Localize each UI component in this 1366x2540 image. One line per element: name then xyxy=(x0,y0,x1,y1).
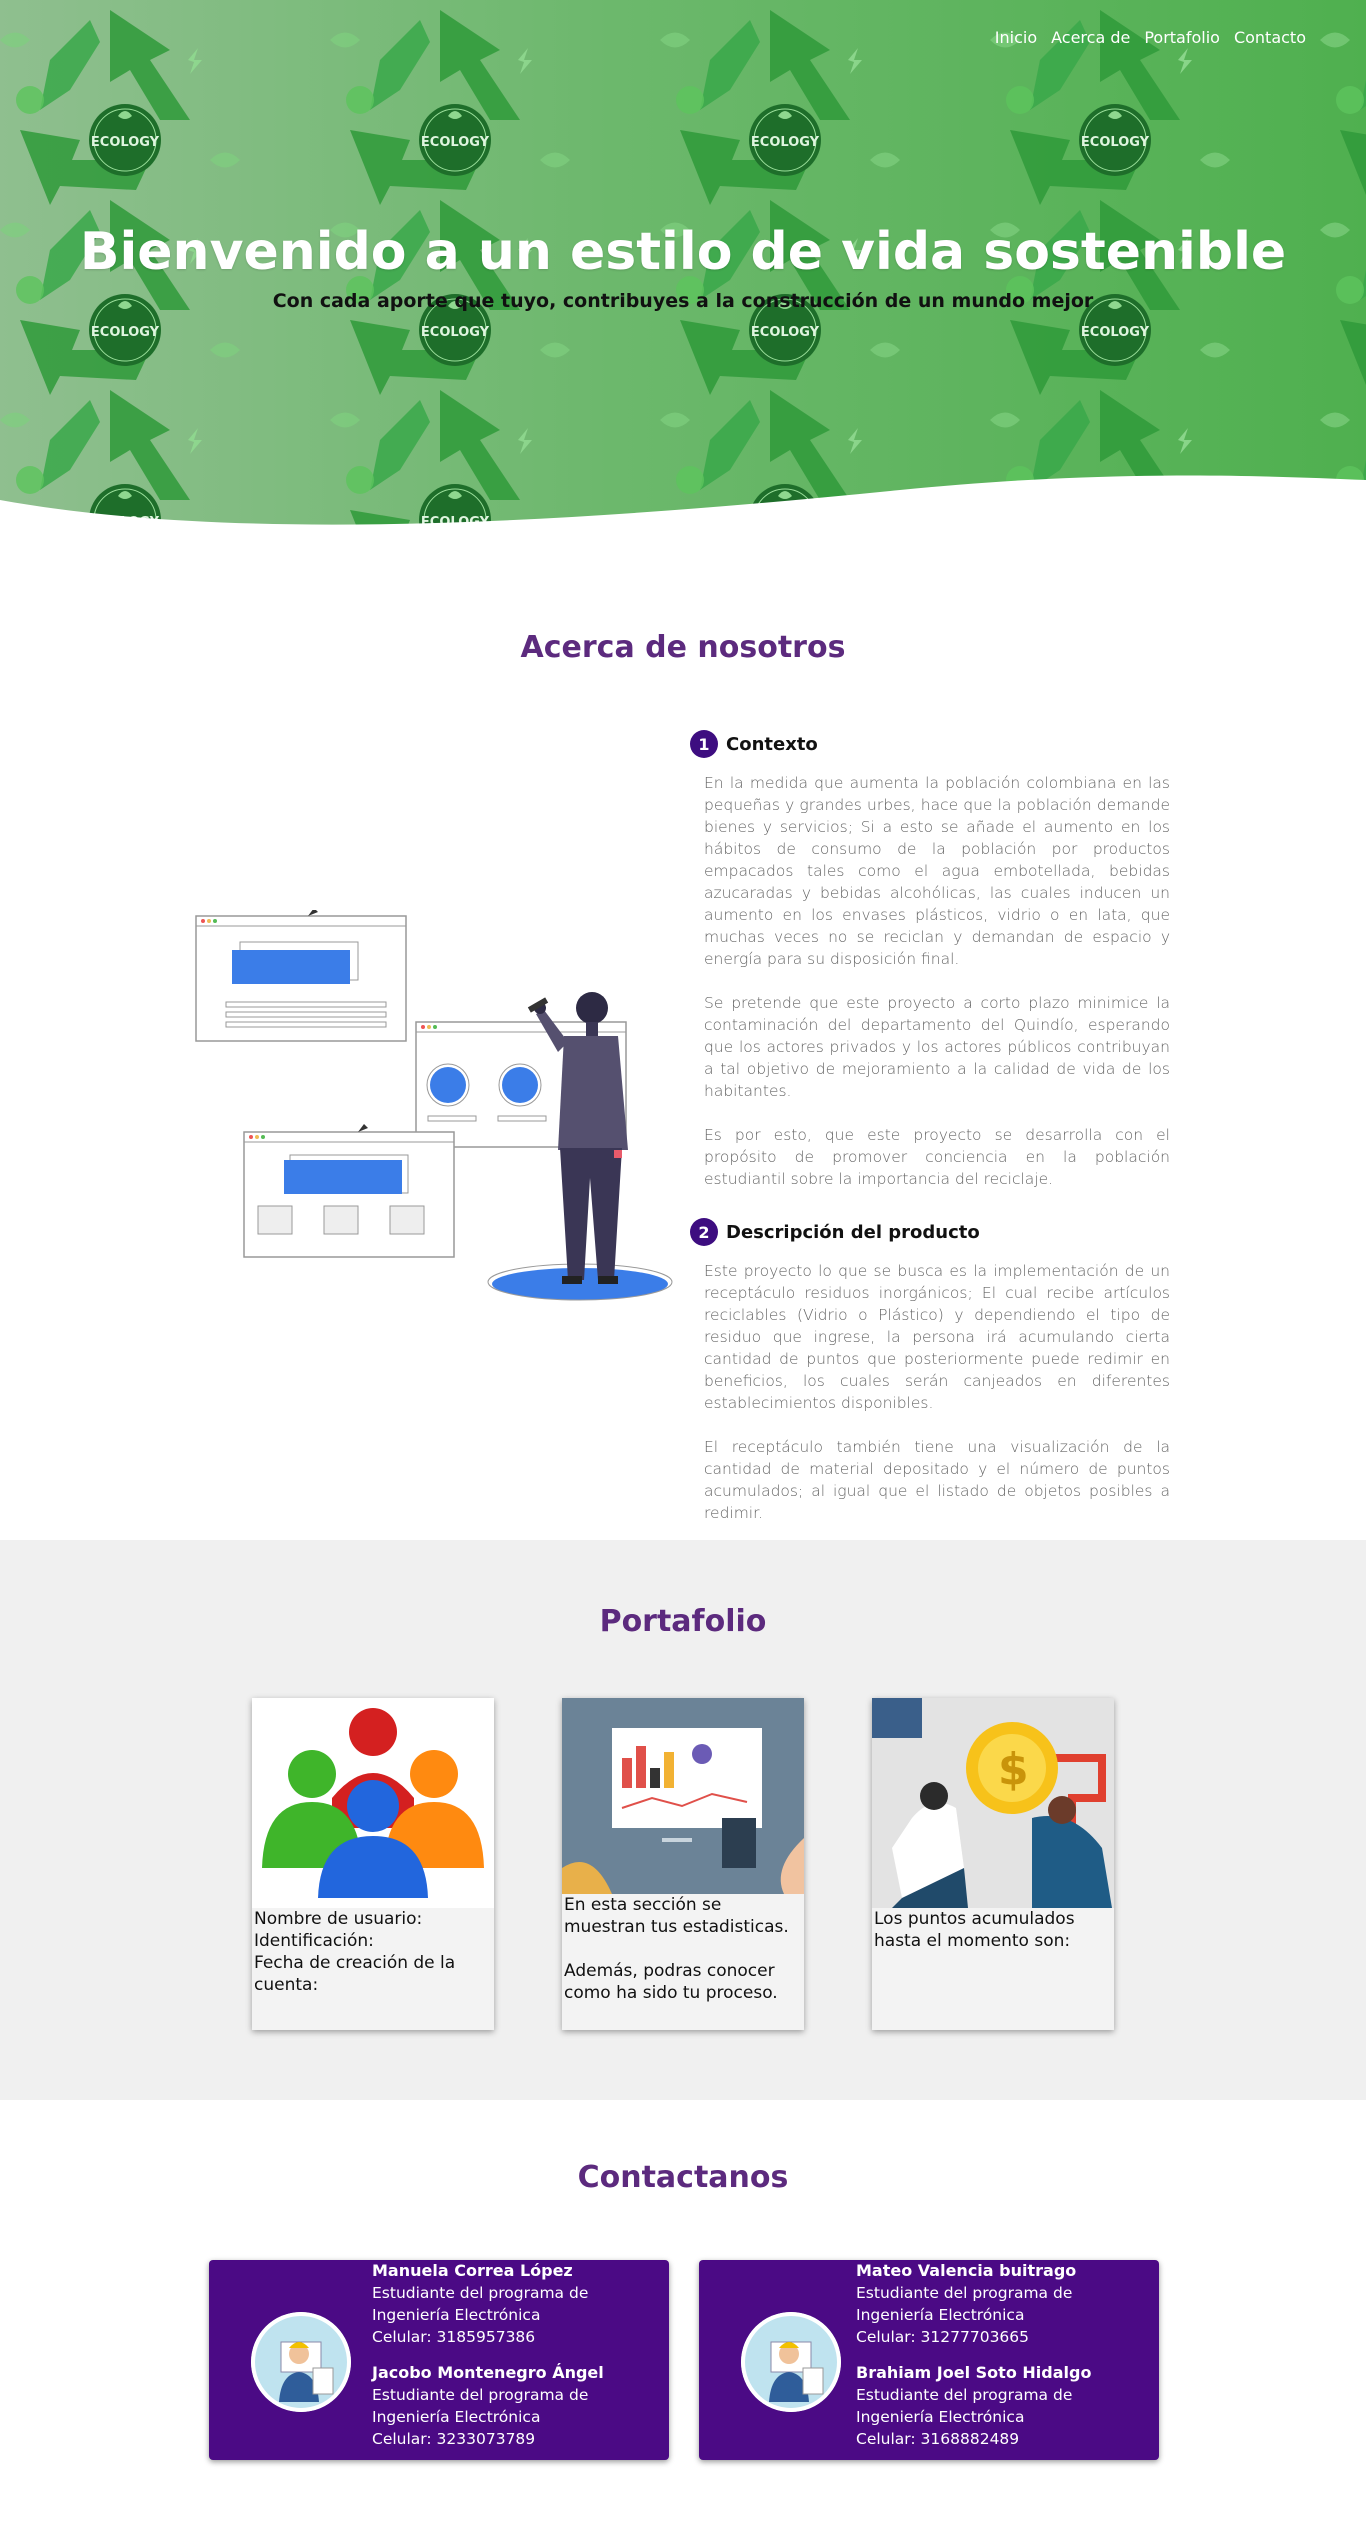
card-line: Los puntos acumulados hasta el momento s… xyxy=(874,1909,1075,1951)
contact-title: Contactanos xyxy=(577,2160,789,2195)
svg-text:$: $ xyxy=(998,1744,1029,1795)
number-badge: 1 xyxy=(690,730,718,758)
person-role: Estudiante del programa de Ingeniería El… xyxy=(856,2284,1073,2324)
person-phone: Celular: 3168882489 xyxy=(856,2430,1020,2448)
about-text-column: 1 Contexto En la medida que aumenta la p… xyxy=(690,730,1170,1546)
portfolio-cards: Nombre de usuario: Identificación: Fecha… xyxy=(252,1698,1114,2030)
person-phone: Celular: 31277703665 xyxy=(856,2328,1030,2346)
nav-link-inicio[interactable]: Inicio xyxy=(995,28,1037,47)
svg-text:ECOLOGY: ECOLOGY xyxy=(751,325,820,340)
person-phone: Celular: 3233073789 xyxy=(372,2430,536,2448)
svg-text:ECOLOGY: ECOLOGY xyxy=(1081,135,1150,150)
card-line xyxy=(564,1938,802,1960)
hero-subtitle: Con cada aporte que tuyo, contribuyes a … xyxy=(272,290,1094,312)
engineer-avatar-icon xyxy=(741,2312,841,2412)
contact-card: Manuela Correa López Estudiante del prog… xyxy=(209,2260,669,2460)
person-name: Jacobo Montenegro Ángel xyxy=(372,2363,604,2382)
statistics-card[interactable]: En esta sección se muestran tus estadist… xyxy=(562,1698,804,2030)
contact-person: Jacobo Montenegro Ángel Estudiante del p… xyxy=(372,2362,662,2450)
users-group-icon xyxy=(252,1698,494,1908)
svg-text:ECOLOGY: ECOLOGY xyxy=(91,325,160,340)
contact-section: Contactanos Manuela Correa López Estudia… xyxy=(0,2100,1366,2540)
card-line: Nombre de usuario: xyxy=(254,1909,423,1929)
nav-link-portafolio[interactable]: Portafolio xyxy=(1144,28,1220,47)
nav-link-acerca[interactable]: Acerca de xyxy=(1051,28,1130,47)
portfolio-title: Portafolio xyxy=(599,1604,767,1639)
svg-text:ECOLOGY: ECOLOGY xyxy=(91,135,160,150)
svg-text:ECOLOGY: ECOLOGY xyxy=(421,135,490,150)
paragraph: Es por esto, que este proyecto se desarr… xyxy=(704,1126,1170,1188)
points-card[interactable]: $ Los puntos acumulados hasta el momento… xyxy=(872,1698,1114,2030)
presentation-illustration xyxy=(190,908,690,1310)
person-role: Estudiante del programa de Ingeniería El… xyxy=(372,2284,589,2324)
svg-text:ECOLOGY: ECOLOGY xyxy=(421,325,490,340)
contact-card: Mateo Valencia buitrago Estudiante del p… xyxy=(699,2260,1159,2460)
svg-text:ECOLOGY: ECOLOGY xyxy=(1081,325,1150,340)
contact-person: Brahiam Joel Soto Hidalgo Estudiante del… xyxy=(856,2362,1146,2450)
nav-link-contacto[interactable]: Contacto xyxy=(1234,28,1306,47)
hero-wave-divider xyxy=(0,475,1366,540)
paragraph: El receptáculo también tiene una visuali… xyxy=(704,1438,1170,1522)
hero-banner: ECOLOGY ECOLOGY ECOLOGY ECOLOGY ECOLOGY ECOLO… xyxy=(0,0,1366,540)
number-badge: 2 xyxy=(690,1218,718,1246)
recycle-ecology-icon: ECOLOGY xyxy=(330,10,570,205)
recycle-ecology-icon: ECOLOGY xyxy=(0,10,240,205)
person-name: Brahiam Joel Soto Hidalgo xyxy=(856,2363,1092,2382)
person-role: Estudiante del programa de Ingeniería El… xyxy=(372,2386,589,2426)
person-phone: Celular: 3185957386 xyxy=(372,2328,536,2346)
recycle-ecology-icon: ECOLOGY xyxy=(660,10,900,205)
about-title: Acerca de nosotros xyxy=(520,630,846,665)
paragraph: Este proyecto lo que se busca es la impl… xyxy=(704,1262,1170,1412)
top-navigation: Inicio Acerca de Portafolio Contacto xyxy=(995,28,1306,47)
card-line: Identificación: xyxy=(254,1931,374,1951)
statistics-illustration xyxy=(562,1698,804,1894)
point-title: Descripción del producto xyxy=(726,1221,980,1243)
card-line: Además, podras conocer como ha sido tu p… xyxy=(564,1961,778,2003)
about-section: Acerca de nosotros 1 Contexto En la medi… xyxy=(0,540,1366,1540)
point-descripcion: 2 Descripción del producto xyxy=(690,1218,1170,1246)
point-contexto: 1 Contexto xyxy=(690,730,1170,758)
person-name: Mateo Valencia buitrago xyxy=(856,2261,1077,2280)
svg-text:ECOLOGY: ECOLOGY xyxy=(751,135,820,150)
card-line: En esta sección se muestran tus estadist… xyxy=(564,1895,789,1937)
contact-cards: Manuela Correa López Estudiante del prog… xyxy=(209,2260,1159,2460)
user-card[interactable]: Nombre de usuario: Identificación: Fecha… xyxy=(252,1698,494,2030)
contact-person: Manuela Correa López Estudiante del prog… xyxy=(372,2260,662,2348)
person-role: Estudiante del programa de Ingeniería El… xyxy=(856,2386,1073,2426)
paragraph: Se pretende que este proyecto a corto pl… xyxy=(704,994,1170,1100)
point-title: Contexto xyxy=(726,733,818,755)
coin-illustration: $ xyxy=(872,1698,1114,1908)
person-name: Manuela Correa López xyxy=(372,2261,573,2280)
card-line: Fecha de creación de la cuenta: xyxy=(254,1953,456,1995)
hero-title: Bienvenido a un estilo de vida sostenibl… xyxy=(79,222,1287,282)
contact-person: Mateo Valencia buitrago Estudiante del p… xyxy=(856,2260,1146,2348)
paragraph: En la medida que aumenta la población co… xyxy=(704,774,1170,968)
portfolio-section: Portafolio Nombre de usuario: Identifica… xyxy=(0,1540,1366,2100)
engineer-avatar-icon xyxy=(251,2312,351,2412)
